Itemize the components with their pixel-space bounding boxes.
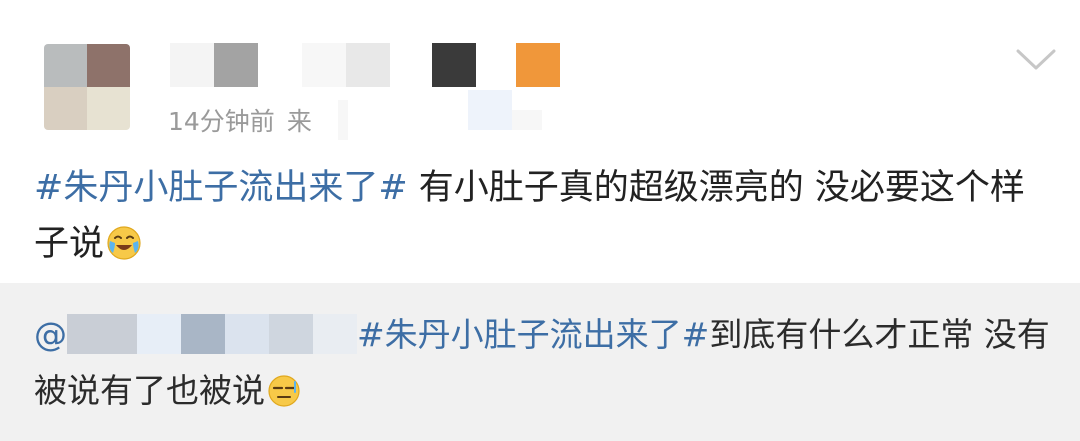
chevron-down-icon[interactable] <box>1014 44 1058 74</box>
source-device-redacted <box>338 90 548 140</box>
weibo-post: 14分钟前来 #朱丹小肚子流出来了# 有小肚子真的超级漂亮的 没必要这个样子说 <box>0 0 1080 283</box>
crying-laughing-emoji <box>107 226 141 260</box>
repost-content: @ #朱丹小肚子流出来了#到底有什么才正常 没有被说有了也被说 <box>34 307 1059 419</box>
repost-username[interactable]: @ <box>34 314 357 354</box>
timestamp: 14分钟前 <box>168 107 275 136</box>
avatar[interactable] <box>44 44 130 130</box>
repost-section[interactable]: @ #朱丹小肚子流出来了#到底有什么才正常 没有被说有了也被说 <box>0 283 1080 441</box>
speechless-emoji <box>268 375 300 407</box>
source-label: 来 <box>286 107 312 136</box>
post-content: #朱丹小肚子流出来了# 有小肚子真的超级漂亮的 没必要这个样子说 <box>34 160 1059 272</box>
hashtag-link[interactable]: #朱丹小肚子流出来了# <box>34 168 408 208</box>
repost-hashtag-link[interactable]: #朱丹小肚子流出来了# <box>357 315 709 354</box>
username[interactable] <box>170 43 570 87</box>
post-meta: 14分钟前来 <box>168 104 312 140</box>
repost-username-redacted <box>67 314 357 354</box>
